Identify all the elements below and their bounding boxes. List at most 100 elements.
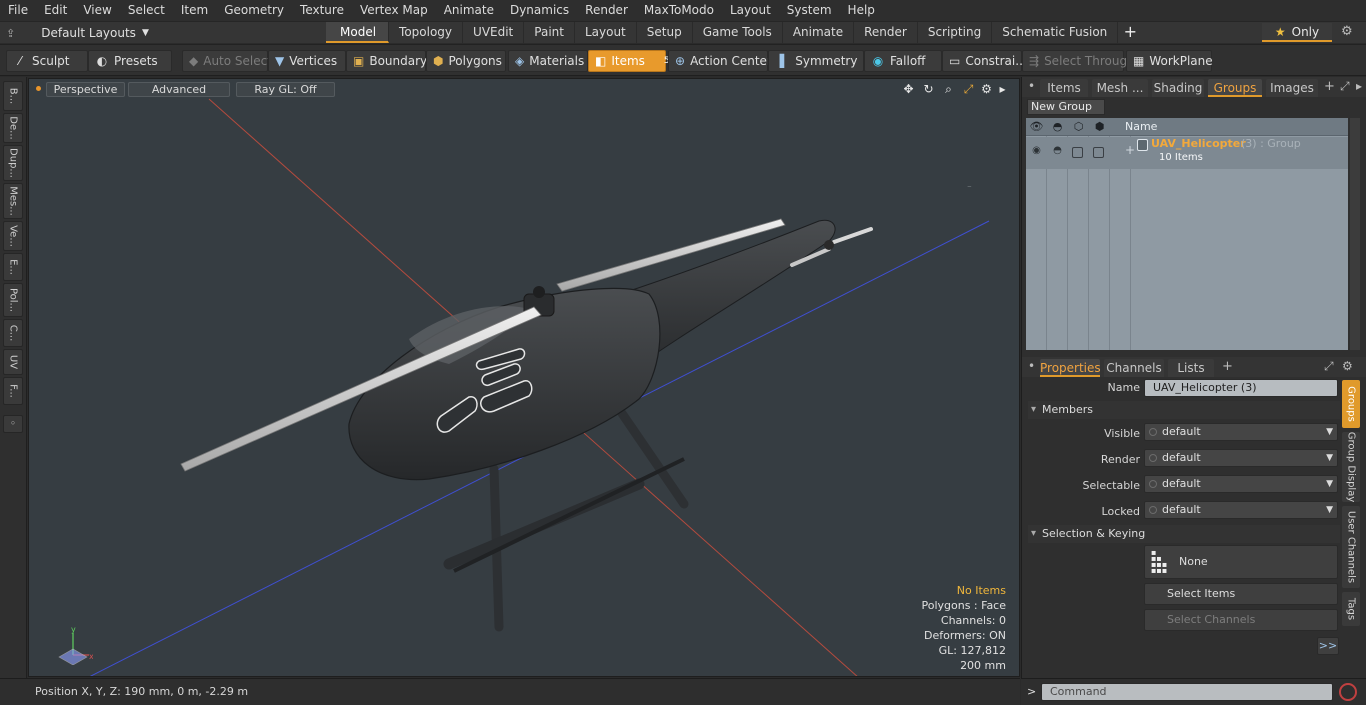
tab-images[interactable]: Images: [1266, 79, 1318, 97]
tab-channels[interactable]: Channels: [1104, 359, 1164, 377]
tab-animate[interactable]: Animate: [783, 22, 855, 43]
auto-select-button[interactable]: ◆ Auto Select: [182, 50, 272, 72]
menu-vertex-map[interactable]: Vertex Map: [352, 0, 436, 21]
left-tab-toggle[interactable]: ◦: [3, 415, 23, 433]
left-tab-duplicate[interactable]: Dup...: [3, 145, 23, 181]
selectable-checkbox[interactable]: [1072, 147, 1083, 158]
add-tab-icon[interactable]: +: [1222, 359, 1233, 374]
menu-view[interactable]: View: [75, 0, 119, 21]
selectable-select[interactable]: default ▼: [1144, 475, 1338, 493]
only-toggle[interactable]: ★ Only: [1262, 23, 1332, 42]
expand-icon[interactable]: ⤢: [1324, 359, 1334, 374]
menu-file[interactable]: File: [0, 0, 36, 21]
vtab-user-channels[interactable]: User Channels: [1342, 506, 1360, 588]
add-tab-button[interactable]: +: [1118, 22, 1142, 44]
vtab-group-display[interactable]: Group Display: [1342, 432, 1360, 502]
select-items-button[interactable]: Select Items: [1144, 583, 1338, 605]
view-mode-button[interactable]: Perspective: [46, 82, 125, 97]
tab-schematic-fusion[interactable]: Schematic Fusion: [992, 22, 1119, 43]
tab-paint[interactable]: Paint: [524, 22, 575, 43]
sculpt-button[interactable]: ⁄ Sculpt: [6, 50, 88, 72]
raygl-button[interactable]: Ray GL: Off: [236, 82, 335, 97]
vertices-button[interactable]: ▼ Vertices 1: [268, 50, 354, 72]
menu-dynamics[interactable]: Dynamics: [502, 0, 577, 21]
groups-list[interactable]: 👁 ◓ ⬡ ⬢ Name ◉ ◓ + UAV_Helicopter (3) : …: [1026, 118, 1348, 350]
rotate-icon[interactable]: ↻: [921, 82, 936, 97]
boundary-button[interactable]: ▣ Boundary: [346, 50, 427, 72]
play-icon[interactable]: ▸: [995, 82, 1010, 97]
left-tab-curve[interactable]: C...: [3, 319, 23, 347]
group-row[interactable]: ◉ ◓ + UAV_Helicopter (3) : Group 10 Item…: [1026, 137, 1348, 169]
render-toggle-icon[interactable]: ◓: [1047, 145, 1068, 156]
expand-group-icon[interactable]: +: [1125, 143, 1135, 157]
select-through-button[interactable]: ⇶ Select Through: [1022, 50, 1135, 72]
vtab-groups[interactable]: Groups: [1342, 380, 1360, 428]
viewport-menu-dot[interactable]: [36, 86, 41, 91]
menu-help[interactable]: Help: [840, 0, 883, 21]
tab-shading[interactable]: Shading: [1152, 79, 1204, 97]
tab-scripting[interactable]: Scripting: [918, 22, 993, 43]
render-select[interactable]: default ▼: [1144, 449, 1338, 467]
gear-icon[interactable]: ⚙: [979, 82, 994, 97]
left-tab-mesh-edit[interactable]: Mes...: [3, 183, 23, 219]
falloff-button[interactable]: ◉ Falloff: [864, 50, 942, 72]
column-name[interactable]: Name: [1125, 120, 1157, 133]
tab-render[interactable]: Render: [854, 22, 918, 43]
keying-none-button[interactable]: ▪ ▪▪ ▪▪▪ ▪▪▪ None: [1144, 545, 1338, 579]
tab-layout[interactable]: Layout: [575, 22, 637, 43]
tab-game-tools[interactable]: Game Tools: [693, 22, 783, 43]
shading-mode-button[interactable]: Advanced: [128, 82, 230, 97]
menu-render[interactable]: Render: [577, 0, 636, 21]
panel-dot-icon[interactable]: •: [1028, 79, 1035, 93]
name-field[interactable]: UAV_Helicopter (3): [1144, 379, 1338, 397]
gear-icon[interactable]: ⚙: [1342, 359, 1353, 373]
visible-select[interactable]: default ▼: [1144, 423, 1338, 441]
selectable-icon[interactable]: ⬡: [1068, 120, 1089, 133]
locked-select[interactable]: default ▼: [1144, 501, 1338, 519]
workplane-button[interactable]: ▦ WorkPlane: [1126, 50, 1213, 72]
select-channels-button[interactable]: Select Channels: [1144, 609, 1338, 631]
render-icon[interactable]: ◓: [1047, 120, 1068, 133]
eye-icon[interactable]: 👁: [1026, 120, 1047, 133]
panel-menu-icon[interactable]: ▸: [1356, 79, 1362, 93]
expand-icon[interactable]: ⤢: [1340, 79, 1350, 94]
menu-edit[interactable]: Edit: [36, 0, 75, 21]
group-name[interactable]: UAV_Helicopter: [1151, 137, 1246, 150]
items-button[interactable]: ◧ Items 5: [588, 50, 670, 72]
record-icon[interactable]: [1339, 683, 1357, 701]
selection-keying-section[interactable]: Selection & Keying: [1028, 525, 1340, 543]
command-input[interactable]: Command: [1041, 683, 1333, 701]
left-tab-vertex[interactable]: Ve...: [3, 221, 23, 251]
groups-scrollbar[interactable]: [1350, 118, 1360, 350]
lock-icon[interactable]: ⬢: [1089, 120, 1110, 133]
left-tab-deform[interactable]: De...: [3, 113, 23, 143]
expand-more-button[interactable]: >>: [1317, 637, 1339, 655]
members-section[interactable]: Members: [1028, 401, 1340, 419]
zoom-icon[interactable]: ⌕: [941, 82, 956, 97]
new-group-button[interactable]: New Group: [1027, 99, 1105, 115]
lock-checkbox[interactable]: [1093, 147, 1104, 158]
menu-geometry[interactable]: Geometry: [216, 0, 292, 21]
tab-uvedit[interactable]: UVEdit: [463, 22, 525, 43]
tab-topology[interactable]: Topology: [389, 22, 464, 43]
left-tab-edge[interactable]: E...: [3, 253, 23, 281]
gear-icon[interactable]: ⚙: [1341, 24, 1353, 39]
tab-setup[interactable]: Setup: [637, 22, 693, 43]
left-tab-polygon[interactable]: Pol...: [3, 283, 23, 317]
menu-animate[interactable]: Animate: [436, 0, 502, 21]
panel-dot-icon[interactable]: •: [1028, 359, 1035, 373]
move-icon[interactable]: ✥: [901, 82, 916, 97]
tab-mesh[interactable]: Mesh ...: [1092, 79, 1148, 97]
menu-maxtomodo[interactable]: MaxToModo: [636, 0, 722, 21]
left-tab-uv[interactable]: UV: [3, 349, 23, 375]
symmetry-button[interactable]: ▐ Symmetry: [768, 50, 864, 72]
left-tab-basic[interactable]: B...: [3, 81, 23, 111]
tab-model[interactable]: Model: [326, 22, 390, 43]
vtab-tags[interactable]: Tags: [1342, 592, 1360, 626]
tab-items[interactable]: Items: [1040, 79, 1088, 97]
menu-item[interactable]: Item: [173, 0, 216, 21]
tab-groups[interactable]: Groups: [1208, 79, 1262, 97]
menu-system[interactable]: System: [779, 0, 840, 21]
add-tab-icon[interactable]: +: [1324, 79, 1335, 94]
action-center-button[interactable]: ⊕ Action Center: [668, 50, 772, 72]
